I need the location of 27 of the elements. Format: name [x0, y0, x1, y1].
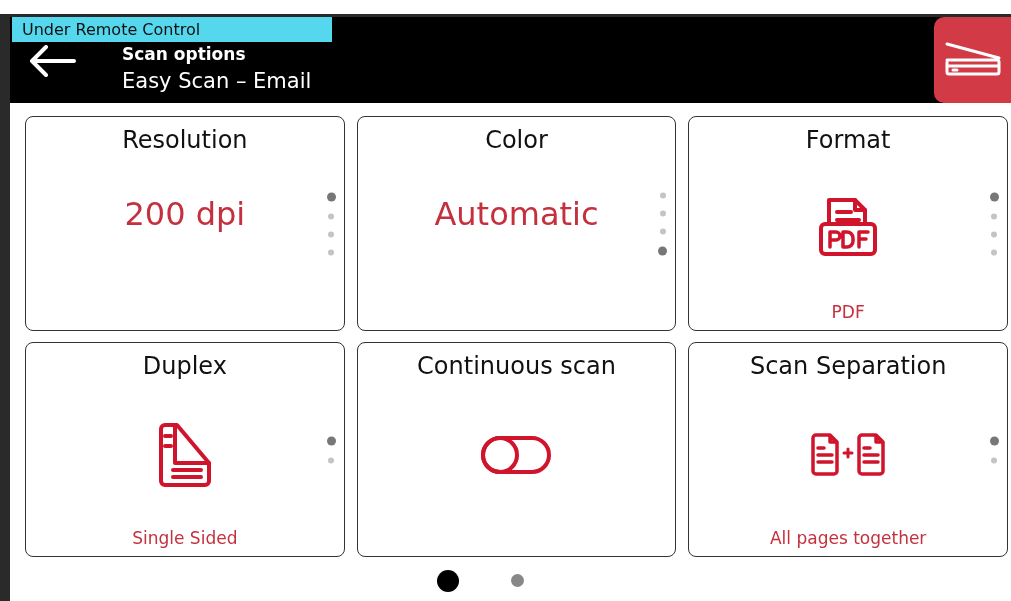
option-value: PDF: [831, 302, 865, 322]
option-card[interactable]: Format PDF: [688, 116, 1008, 331]
screen-subtitle: Easy Scan – Email: [122, 68, 313, 95]
toggle-switch[interactable]: [480, 434, 553, 475]
option-title: Color: [485, 125, 548, 155]
remote-control-banner: Under Remote Control: [12, 17, 332, 42]
option-title: Scan Separation: [749, 351, 947, 381]
option-card[interactable]: Color Automatic: [356, 116, 677, 331]
option-card[interactable]: Duplex Single Sided: [25, 342, 345, 557]
option-value: Automatic: [434, 194, 599, 233]
option-value: Single Sided: [132, 528, 238, 548]
option-value: 200 dpi: [124, 194, 246, 233]
option-title: Format: [805, 125, 891, 155]
screen-title: Scan options: [122, 44, 247, 65]
option-card[interactable]: Scan Separation All pages together: [688, 342, 1008, 557]
option-title: Duplex: [142, 351, 227, 381]
page-dot[interactable]: [511, 574, 524, 587]
page-dot[interactable]: [437, 569, 459, 592]
option-title: Resolution: [122, 125, 248, 155]
scan-button[interactable]: [934, 17, 1011, 103]
document-icon: [156, 421, 213, 488]
two-documents-plus-icon: [810, 432, 887, 477]
option-value: All pages together: [769, 528, 927, 548]
option-card[interactable]: Continuous scan: [356, 342, 677, 557]
back-arrow-icon: [28, 45, 76, 77]
option-card[interactable]: Resolution 200 dpi: [25, 116, 345, 331]
option-title: Continuous scan: [417, 351, 616, 381]
